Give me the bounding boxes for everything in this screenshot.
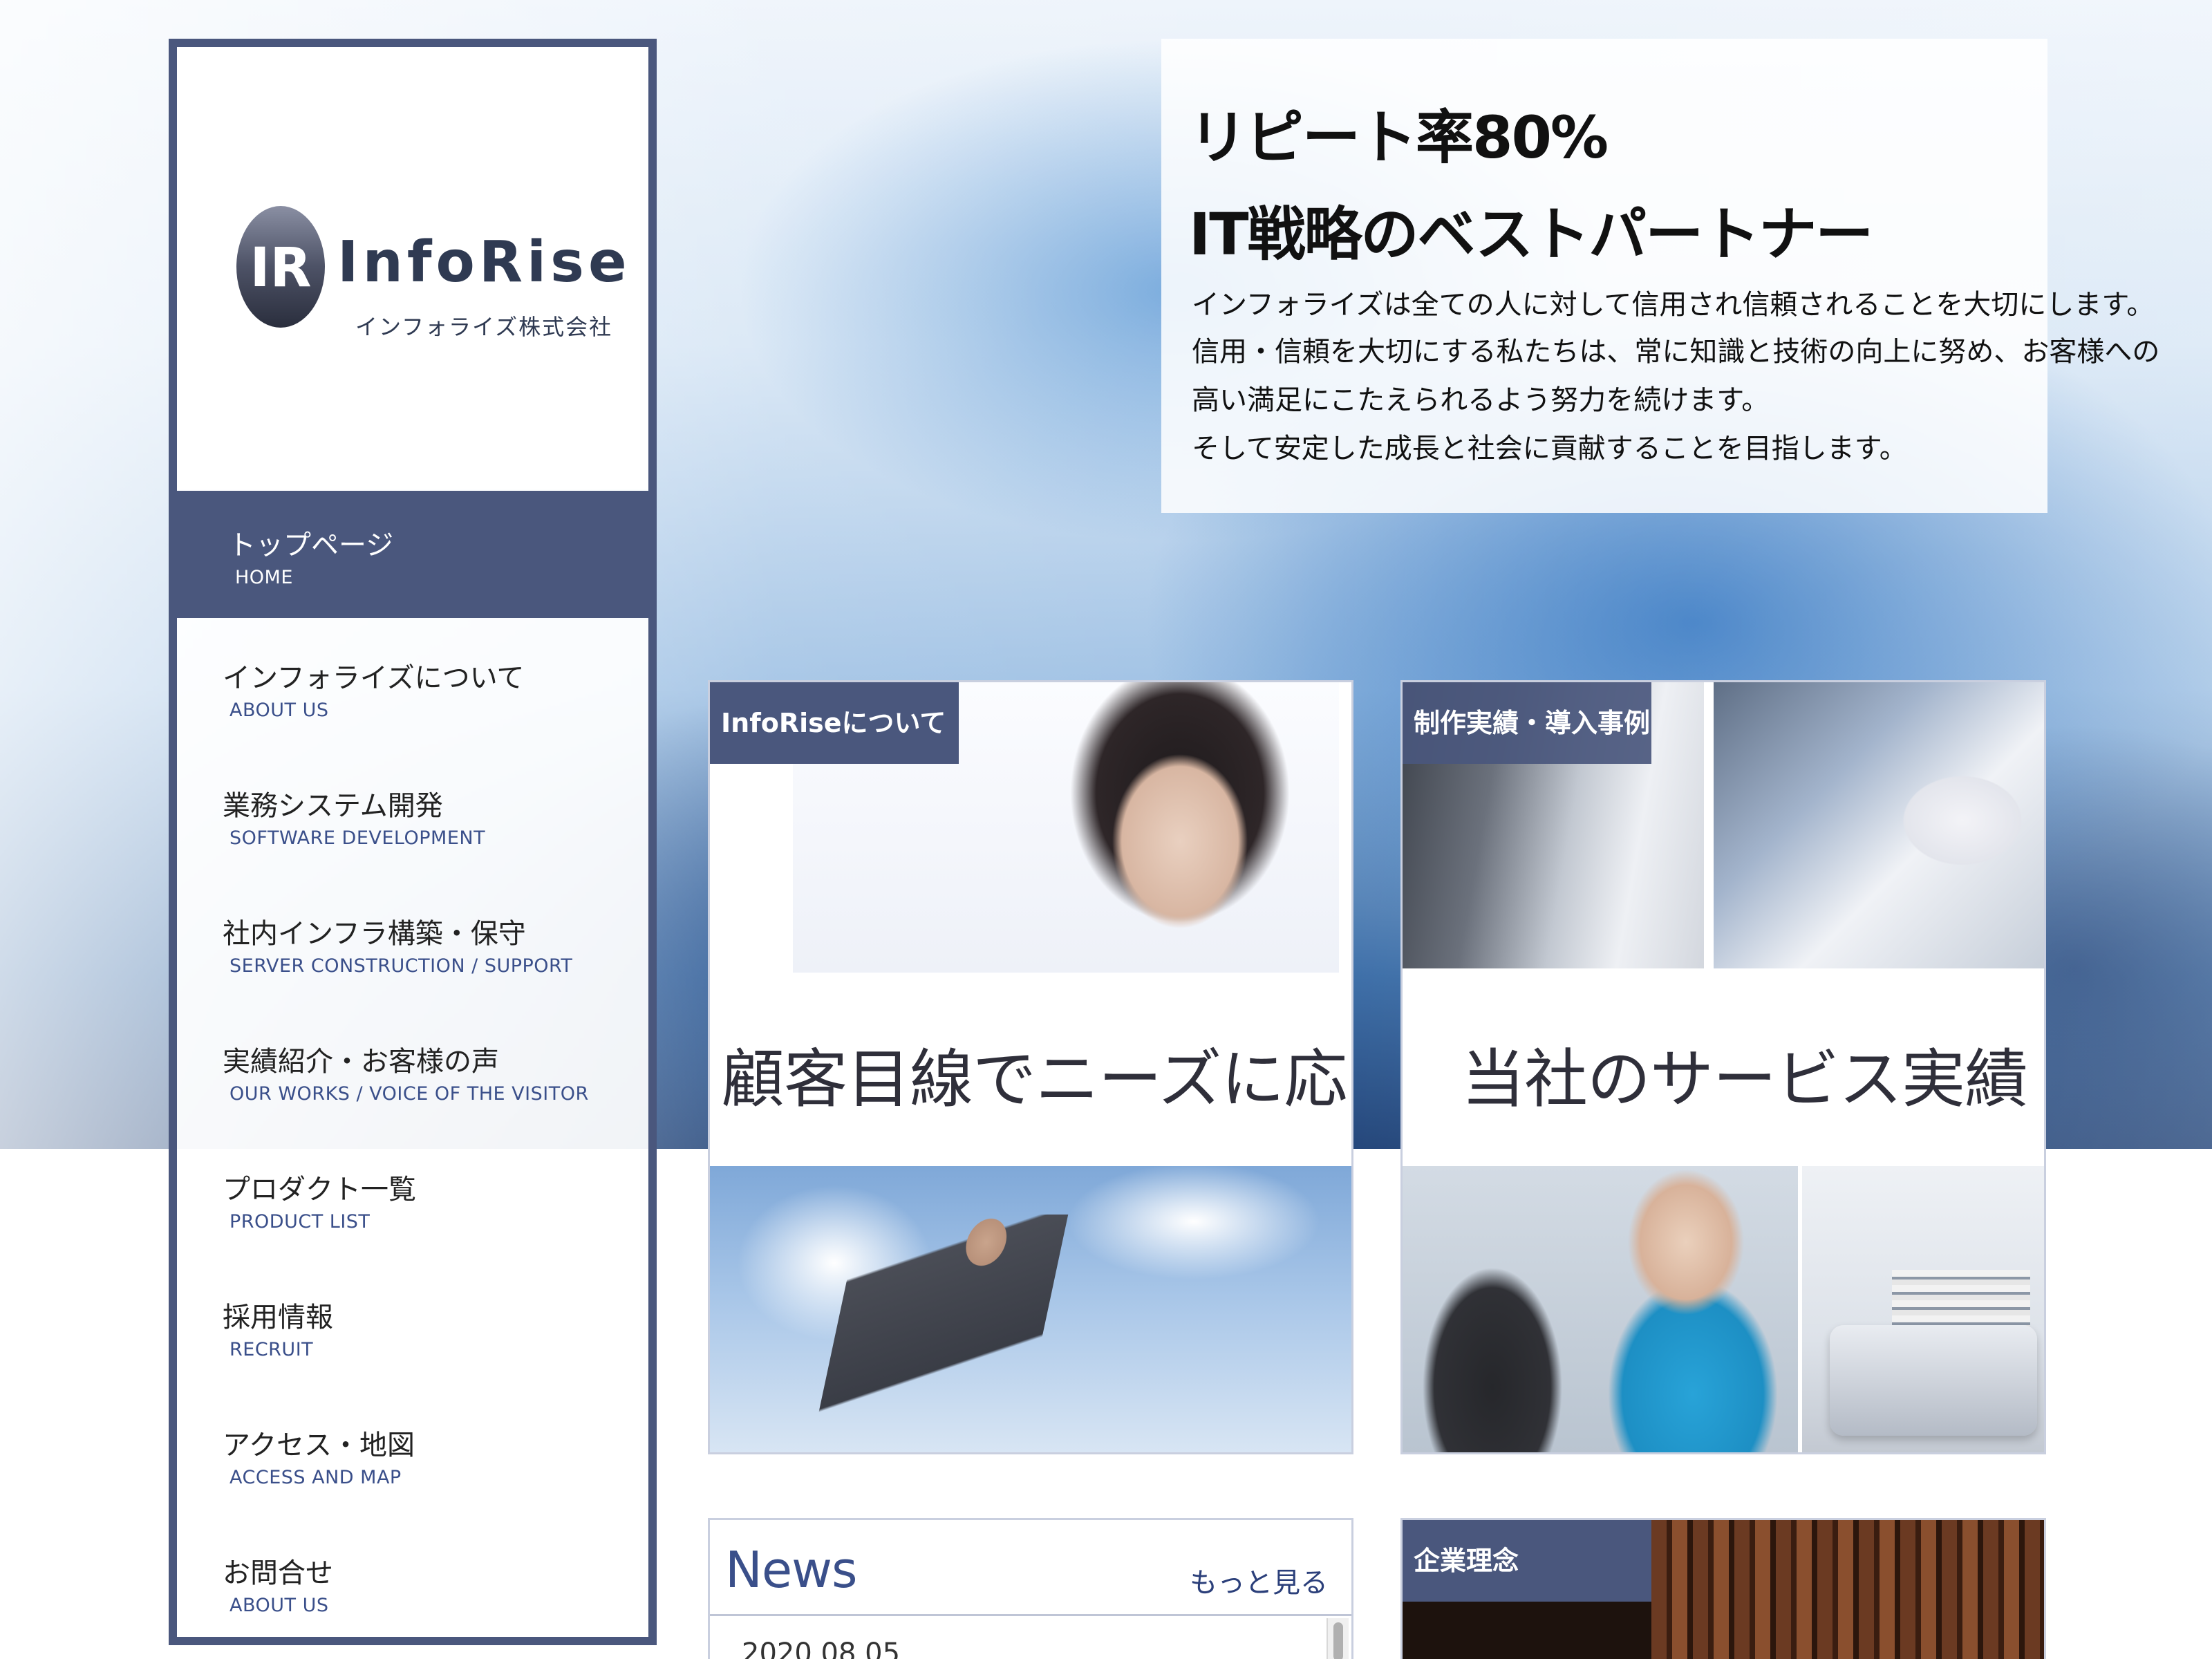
nav-item-label-en: SOFTWARE DEVELOPMENT bbox=[229, 827, 486, 849]
books-stack bbox=[1892, 1270, 2030, 1332]
nav-item-contact[interactable]: お問合せ ABOUT US bbox=[177, 1513, 648, 1641]
logo-name: InfoRise bbox=[337, 229, 631, 295]
news-title: News bbox=[725, 1541, 858, 1599]
nav-item-label-ja: プロダクト一覧 bbox=[223, 1174, 416, 1206]
hero-body-text: 高い満足にこたえられるよう努力を続けます。 bbox=[1192, 384, 1770, 416]
logo[interactable]: IR InfoRise インフォライズ株式会社 bbox=[177, 47, 648, 489]
about-card-tab: InfoRiseについて bbox=[710, 682, 959, 764]
nav-item-about[interactable]: インフォライズについて ABOUT US bbox=[177, 618, 648, 746]
hero-text-panel: リピート率80% IT戦略のベストパートナー インフォライズは全ての人に対して信… bbox=[1161, 39, 2159, 513]
about-card-headline: 顧客目線でニーズに応える bbox=[721, 1042, 1351, 1116]
nav-item-label-en: PRODUCT LIST bbox=[229, 1211, 371, 1232]
nav-item-label-ja: 採用情報 bbox=[223, 1302, 333, 1333]
philosophy-card-tab: 企業理念 bbox=[1403, 1520, 1651, 1602]
about-card[interactable]: InfoRiseについて 顧客目線でニーズに応える bbox=[708, 680, 1353, 1454]
news-item-date[interactable]: 2020.08.05 bbox=[742, 1638, 900, 1659]
nav-item-software-development[interactable]: 業務システム開発 SOFTWARE DEVELOPMENT bbox=[177, 746, 648, 874]
runner-figure bbox=[807, 1215, 1069, 1452]
nav-item-label-en: ABOUT US bbox=[229, 700, 329, 721]
logo-subtitle: インフォライズ株式会社 bbox=[355, 314, 613, 340]
hero-headline: IT戦略のベストパートナー bbox=[1189, 200, 1873, 268]
binders-books-image bbox=[1802, 1166, 2044, 1452]
works-card-tab: 制作実績・導入事例 bbox=[1403, 682, 1651, 764]
nav-item-label-ja: トップページ bbox=[228, 529, 394, 561]
colleagues-discussion-image bbox=[1403, 1166, 1798, 1452]
nav-item-recruit[interactable]: 採用情報 RECRUIT bbox=[177, 1257, 648, 1385]
nav-item-label-en: HOME bbox=[235, 567, 293, 588]
sidebar: IR InfoRise インフォライズ株式会社 トップページ HOME インフォ… bbox=[169, 39, 657, 1645]
nav-item-label-en: OUR WORKS / VOICE OF THE VISITOR bbox=[229, 1083, 589, 1105]
sidebar-nav: トップページ HOME インフォライズについて ABOUT US 業務システム開… bbox=[177, 491, 648, 1641]
nav-item-label-ja: 業務システム開発 bbox=[223, 790, 443, 822]
nav-item-home[interactable]: トップページ HOME bbox=[177, 491, 648, 618]
works-card-headline: 当社のサービス実績 bbox=[1461, 1042, 2028, 1116]
news-panel: News もっと見る 2020.08.05 bbox=[708, 1518, 1353, 1659]
nav-item-server-support[interactable]: 社内インフラ構築・保守 SERVER CONSTRUCTION / SUPPOR… bbox=[177, 874, 648, 1002]
meeting-laptop-image bbox=[1714, 682, 2044, 968]
hero-body-text: そして安定した成長と社会に貢献することを目指します。 bbox=[1192, 433, 1907, 465]
nav-item-label-en: SERVER CONSTRUCTION / SUPPORT bbox=[229, 955, 573, 977]
news-scrollbar-thumb[interactable] bbox=[1333, 1622, 1343, 1659]
news-more-link[interactable]: もっと見る bbox=[1190, 1560, 1328, 1600]
binder bbox=[1830, 1325, 2037, 1436]
hero-body-text: インフォライズは全ての人に対して信用され信頼されることを大切にします。 bbox=[1192, 289, 2155, 321]
news-scrollbar[interactable] bbox=[1327, 1618, 1349, 1659]
hero-body-text: 信用・信頼を大切にする私たちは、常に知識と技術の向上に努め、お客様への bbox=[1192, 336, 2160, 368]
nav-item-access-map[interactable]: アクセス・地図 ACCESS AND MAP bbox=[177, 1385, 648, 1513]
logo-mark-icon: IR bbox=[236, 206, 325, 328]
nav-item-label-en: RECRUIT bbox=[229, 1339, 314, 1360]
nav-item-label-ja: 社内インフラ構築・保守 bbox=[223, 918, 526, 950]
nav-item-label-ja: インフォライズについて bbox=[223, 662, 525, 694]
works-card[interactable]: 制作実績・導入事例 当社のサービス実績 bbox=[1400, 680, 2046, 1454]
philosophy-card[interactable]: 企業理念 bbox=[1400, 1518, 2046, 1659]
nav-item-our-works[interactable]: 実績紹介・お客様の声 OUR WORKS / VOICE OF THE VISI… bbox=[177, 1002, 648, 1130]
businessman-running-image bbox=[710, 1166, 1351, 1452]
nav-item-label-en: ABOUT US bbox=[229, 1595, 329, 1616]
news-divider bbox=[710, 1614, 1351, 1616]
nav-item-label-en: ACCESS AND MAP bbox=[229, 1467, 402, 1488]
nav-item-product-list[interactable]: プロダクト一覧 PRODUCT LIST bbox=[177, 1130, 648, 1257]
nav-item-label-ja: お問合せ bbox=[223, 1557, 333, 1589]
nav-item-label-ja: 実績紹介・お客様の声 bbox=[223, 1046, 499, 1078]
nav-item-label-ja: アクセス・地図 bbox=[223, 1430, 415, 1461]
svg-text:IR: IR bbox=[250, 237, 311, 299]
hero-headline: リピート率80% bbox=[1189, 104, 1609, 171]
